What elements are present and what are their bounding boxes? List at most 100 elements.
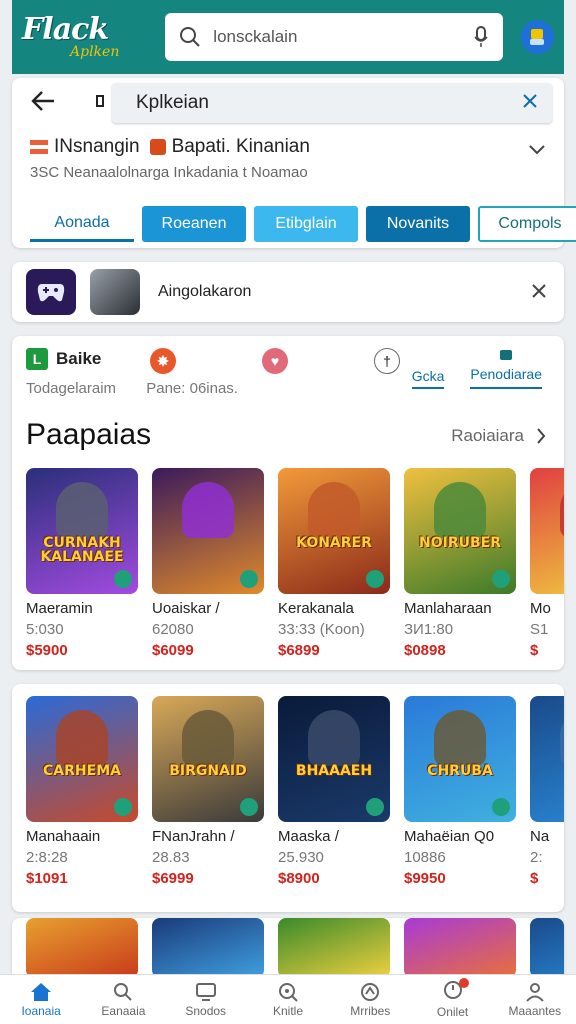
search-icon [114, 982, 133, 1001]
info-item-baike[interactable]: L Baike [26, 348, 101, 370]
nav-label: Knitle [272, 1003, 303, 1018]
close-icon[interactable] [532, 284, 546, 298]
tab-compols[interactable]: Compols [478, 206, 576, 242]
game-card[interactable]: NOIRUBER Manlaharaan ЗИ1:80 $0898 [404, 468, 516, 659]
globe-icon [361, 982, 380, 1001]
section-title: Paapaias [26, 418, 152, 451]
info-item-3[interactable]: ♥ [262, 348, 288, 374]
see-more-link[interactable]: Raoiaiara [451, 426, 546, 446]
game-art-title: BIRGNAID [169, 763, 247, 779]
game-thumbnail: CHRUBA [404, 696, 516, 822]
game-meta: 25.930 [278, 849, 324, 866]
game-meta: 5:030 [26, 621, 64, 638]
game-meta: 2:8:28 [26, 849, 68, 866]
tab-novanits[interactable]: Novanits [366, 206, 470, 242]
game-price: $5900 [26, 642, 68, 659]
game-card[interactable]: Na 2: $ [530, 696, 564, 887]
nav-members[interactable]: Mrribes [329, 975, 411, 1024]
game-thumbnail [152, 918, 264, 974]
game-card[interactable] [26, 918, 138, 974]
game-thumbnail: CURNAKH KALANAEE [26, 468, 138, 594]
game-name: Kerakanala [278, 600, 354, 617]
discover-icon [278, 982, 298, 1002]
info-sub-2: Pane: 06inas. [146, 380, 238, 397]
game-name: Manlaharaan [404, 600, 492, 617]
info-sub-1: Todagelaraim [26, 380, 117, 397]
nav-onilet[interactable]: Onilet [411, 975, 493, 1024]
chevron-down-icon[interactable] [528, 144, 546, 156]
nav-label: Eanaaia [101, 1003, 146, 1018]
game-art-title: CARHEMA [43, 763, 121, 779]
character-figure [182, 710, 234, 766]
nav-label: Ioanaia [21, 1003, 61, 1018]
avatar[interactable] [520, 20, 555, 54]
game-card[interactable]: CHRUBA Mahaёian Q0 10886 $9950 [404, 696, 516, 887]
game-thumbnail: CARHEMA [26, 696, 138, 822]
game-card[interactable]: Uoaiskar / 62080 $6099 [152, 468, 264, 659]
filter-tab-label: Penodiarae [470, 366, 542, 382]
filter-card: Kplkeian INsnangin Bapati. Kinanian 3SC … [12, 78, 576, 248]
filter-tab-gcka[interactable]: Gcka [411, 350, 445, 389]
logo-text: Flack [22, 12, 109, 47]
game-name: Mahaёian Q0 [404, 828, 495, 845]
game-card[interactable]: BHAAAEH Maaska / 25.930 $8900 [278, 696, 390, 887]
back-arrow-icon[interactable] [30, 90, 56, 112]
game-thumbnail [404, 918, 516, 974]
game-card[interactable]: KONARER Kerakanala 33:33 (Koon) $6899 [278, 468, 390, 659]
game-name: Mo [530, 600, 551, 617]
app-logo[interactable]: Flack Aplken [22, 7, 149, 67]
game-art-title: BHAAAEH [295, 763, 373, 779]
see-more-label: Raoiaiara [451, 426, 524, 445]
game-price: $ [530, 642, 539, 659]
microphone-icon[interactable] [473, 26, 489, 48]
game-card[interactable] [404, 918, 516, 974]
game-thumbnail [278, 918, 390, 974]
close-icon[interactable] [522, 93, 538, 109]
game-price: $0898 [404, 642, 446, 659]
nav-search[interactable]: Eanaaia [82, 975, 164, 1024]
filter-row[interactable]: INsnangin Bapati. Kinanian [30, 136, 310, 158]
nav-snodos[interactable]: Snodos [165, 975, 247, 1024]
game-card[interactable]: BIRGNAID FNanJrahn / 28.83 $6999 [152, 696, 264, 887]
search-input[interactable]: lonsckalain [213, 27, 472, 47]
logo-subtext: Aplken [70, 44, 120, 60]
game-meta: 10886 [404, 849, 446, 866]
flag-icon [149, 139, 166, 155]
breadcrumb[interactable]: Kplkeian [112, 83, 552, 123]
info-item-4[interactable]: † [374, 348, 400, 374]
game-list: CURNAKH KALANAEE Maeramin 5:030 $5900 Uoaisk… [26, 468, 564, 659]
install-badge-icon [492, 570, 510, 588]
bookmark-icon [96, 95, 104, 107]
game-thumbnail [152, 468, 264, 594]
featured-section: L Baike ✸ ♥ † Todagelaraim Pane: 06inas.… [12, 336, 564, 670]
tab-etibglain[interactable]: Etibglain [254, 206, 358, 242]
category-tabs: Aonada Roeanen Etibglain Novanits Compol… [30, 206, 576, 242]
character-figure [56, 710, 108, 766]
filter-tabs: Gcka Penodiarae [411, 350, 542, 389]
info-subtitle: Todagelaraim Pane: 06inas. [26, 380, 264, 397]
game-art-title: CURNAKH KALANAEE [40, 535, 124, 565]
info-item-2[interactable]: ✸ [150, 348, 176, 374]
tab-aonada[interactable]: Aonada [30, 206, 134, 242]
game-card[interactable]: CURNAKH KALANAEE Maeramin 5:030 $5900 [26, 468, 138, 659]
game-card[interactable] [530, 918, 564, 974]
search-bar[interactable]: lonsckalain [165, 13, 503, 61]
game-card[interactable]: Mo S1 $ [530, 468, 564, 659]
install-badge-icon [114, 798, 132, 816]
game-thumbnail [26, 918, 138, 974]
nav-home[interactable]: Ioanaia [0, 975, 82, 1024]
nav-profile[interactable]: Maaantes [494, 975, 576, 1024]
game-section-2: CARHEMA Manahaain 2:8:28 $1091 BIRGNAID FNanJ… [12, 684, 564, 912]
game-card[interactable] [278, 918, 390, 974]
game-card[interactable]: CARHEMA Manahaain 2:8:28 $1091 [26, 696, 138, 887]
game-card[interactable] [152, 918, 264, 974]
game-meta: 2: [530, 849, 543, 866]
filter-tab-penodiarae[interactable]: Penodiarae [470, 350, 542, 389]
nav-knitle[interactable]: Knitle [247, 975, 329, 1024]
tab-roeanen[interactable]: Roeanen [142, 206, 246, 242]
suggestion-card[interactable]: Aingolakaron [12, 262, 564, 322]
search-icon [180, 27, 201, 47]
notification-wrap [443, 978, 469, 1005]
pin-icon: ♥ [262, 348, 288, 374]
monitor-icon [195, 982, 216, 1001]
